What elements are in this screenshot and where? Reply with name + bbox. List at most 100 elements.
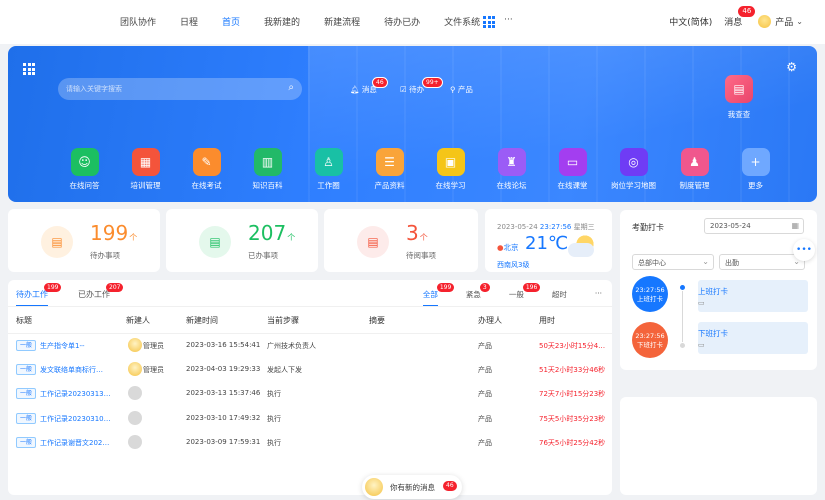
row-title[interactable]: 发文联络单商标行… <box>40 365 103 375</box>
attendance-type-select[interactable]: 出勤 ⌄ <box>719 254 805 270</box>
chat-float-button[interactable]: ••• <box>793 239 815 261</box>
quick-todo[interactable]: ☑ 待办 99+ <box>400 77 443 95</box>
app-wiki[interactable]: ▥ 知识百科 <box>237 148 298 191</box>
row-title[interactable]: 生产指令单1-- <box>40 341 85 351</box>
messages-link[interactable]: 消息 46 <box>724 6 756 28</box>
filter-normal[interactable]: 一般 196 <box>509 283 541 307</box>
app-label: 在线问答 <box>69 181 100 190</box>
quick-user[interactable]: ⚲ 产品 <box>450 84 473 95</box>
menu-item-files[interactable]: 文件系统 <box>444 15 480 28</box>
gear-icon[interactable]: ⚙ <box>786 60 797 74</box>
menu-item-schedule[interactable]: 日程 <box>180 15 198 28</box>
search-icon[interactable]: ⌕ <box>288 82 294 93</box>
search-box[interactable]: 请输入关键字搜索 ⌕ <box>58 78 302 100</box>
menu-item-my-created[interactable]: 我新建的 <box>264 15 300 28</box>
row-created: 2023-03-10 17:49:32 <box>186 414 261 422</box>
weather-wind: 西南风3级 <box>497 261 530 269</box>
row-created: 2023-03-16 15:54:41 <box>186 341 261 349</box>
app-product-docs[interactable]: ☰ 产品资料 <box>359 148 420 191</box>
row-created: 2023-04-03 19:29:33 <box>186 365 261 373</box>
filter-overdue-label: 超时 <box>551 290 567 299</box>
table-row[interactable]: 一般 生产指令单1-- 管理员 2023-03-16 15:54:41 广州技术… <box>8 333 612 358</box>
row-handler: 产品 <box>478 366 492 374</box>
clock-in-button[interactable]: 23:27:56 上班打卡 <box>632 276 668 312</box>
timeline-line <box>682 286 683 348</box>
apps-grid-icon[interactable] <box>483 16 495 28</box>
app-label: 培训管理 <box>130 181 161 190</box>
read-stat-card[interactable]: ▤ 3个 待阅事项 <box>324 209 478 272</box>
nav-right: 中文(简体) 消息 46 产品 ⌄ <box>669 6 803 28</box>
app-policy[interactable]: ♟ 制度管理 <box>664 148 725 191</box>
filter-overdue[interactable]: 超时 <box>552 289 567 307</box>
attendance-date-picker[interactable]: 2023-05-24 ▦ <box>704 218 804 234</box>
read-count-unit: 个 <box>419 233 428 242</box>
avatar <box>128 362 142 376</box>
filter-urgent[interactable]: 紧急 3 <box>466 283 490 307</box>
row-title[interactable]: 工作记录20230310… <box>40 414 111 424</box>
filter-all[interactable]: 全部 199 <box>422 283 455 307</box>
search-input[interactable]: 请输入关键字搜索 <box>66 84 122 94</box>
priority-tag: 一般 <box>16 340 37 351</box>
menu-item-team[interactable]: 团队协作 <box>120 15 156 28</box>
app-exam[interactable]: ✎ 在线考试 <box>176 148 237 191</box>
row-duration: 76天5小时25分42秒 <box>539 439 606 447</box>
quick-user-label: 产品 <box>457 85 473 94</box>
menu-item-home[interactable]: 首页 <box>222 15 240 28</box>
app-shortcuts: ☺ 在线问答 ▦ 培训管理 ✎ 在线考试 ▥ 知识百科 ♙ 工作圈 ☰ 产品资料 ▣ 在线学习… <box>54 148 786 191</box>
todo-stat-card[interactable]: ▤ 199个 待办事项 <box>8 209 160 272</box>
app-label: 在线论坛 <box>496 181 527 190</box>
avatar[interactable] <box>758 15 772 28</box>
app-classroom[interactable]: ▭ 在线课堂 <box>542 148 603 191</box>
menu-item-new-flow[interactable]: 新建流程 <box>324 15 360 28</box>
priority-tag: 一般 <box>16 364 37 375</box>
table-row[interactable]: 一般 工作记录谢晋文202… 2023-03-09 17:59:31 执行 产品… <box>8 430 612 455</box>
filter-more[interactable]: ··· <box>595 289 602 307</box>
done-count: 207个 <box>248 221 295 245</box>
messages-badge: 46 <box>738 6 756 17</box>
app-more[interactable]: + 更多 <box>725 148 786 191</box>
table-row[interactable]: 一般 发文联络单商标行… 管理员 2023-04-03 19:29:33 发起人… <box>8 357 612 382</box>
filter-normal-badge: 196 <box>522 283 541 292</box>
tab-todo[interactable]: 待办工作 199 <box>16 283 62 307</box>
table-row[interactable]: 一般 工作记录20230310… 2023-03-10 17:49:32 执行 … <box>8 406 612 431</box>
done-stat-card[interactable]: ▤ 207个 已办事项 <box>166 209 318 272</box>
app-work-circle[interactable]: ♙ 工作圈 <box>298 148 359 191</box>
avatar <box>128 386 142 400</box>
cloud-icon <box>568 243 594 257</box>
app-online-qa[interactable]: ☺ 在线问答 <box>54 148 115 191</box>
grid-menu-icon[interactable] <box>23 63 35 75</box>
my-query-label[interactable]: 我查查 <box>722 109 756 120</box>
app-learning[interactable]: ▣ 在线学习 <box>420 148 481 191</box>
row-created: 2023-03-09 17:59:31 <box>186 438 261 446</box>
row-handler: 产品 <box>478 390 492 398</box>
chevron-down-icon[interactable]: ⌄ <box>796 17 803 26</box>
app-learning-map[interactable]: ◎ 岗位学习地图 <box>603 148 664 191</box>
tab-done[interactable]: 已办工作 207 <box>78 283 124 307</box>
menu-item-todo-done[interactable]: 待办已办 <box>384 15 420 28</box>
language-switch[interactable]: 中文(简体) <box>669 15 712 28</box>
clock-out-button[interactable]: 23:27:56 下班打卡 <box>632 322 668 358</box>
clock-out-label: 下班打卡 <box>637 341 663 349</box>
new-message-toast[interactable]: 你有新的消息 46 <box>362 475 462 499</box>
app-forum[interactable]: ♜ 在线论坛 <box>481 148 542 191</box>
app-label: 在线学习 <box>435 181 466 190</box>
row-title[interactable]: 工作记录谢晋文202… <box>40 438 109 448</box>
my-query-icon[interactable]: ▤ <box>725 75 753 103</box>
menu-more[interactable]: ··· <box>504 15 513 28</box>
user-name[interactable]: 产品 <box>775 15 793 28</box>
quick-messages[interactable]: 🔔︎ 消息 46 <box>350 77 388 95</box>
read-label: 待阅事项 <box>406 251 436 260</box>
attendance-date: 2023-05-24 <box>710 222 751 230</box>
todo-icon: ☑ <box>400 85 407 94</box>
app-training[interactable]: ▦ 培训管理 <box>115 148 176 191</box>
row-title[interactable]: 工作记录20230313… <box>40 389 111 399</box>
tab-todo-label: 待办工作 <box>16 290 48 299</box>
docs-icon: ☰ <box>375 148 404 176</box>
table-row[interactable]: 一般 工作记录20230313… 2023-03-13 15:37:46 执行 … <box>8 381 612 406</box>
dept-select[interactable]: 总部中心 ⌄ <box>632 254 714 270</box>
app-label: 在线考试 <box>191 181 222 190</box>
user-icon: ⚲ <box>450 85 456 94</box>
clock-out-time: 23:27:56 <box>635 332 665 340</box>
todo-label: 待办事项 <box>90 251 120 260</box>
clock-in-time: 23:27:56 <box>635 286 665 294</box>
